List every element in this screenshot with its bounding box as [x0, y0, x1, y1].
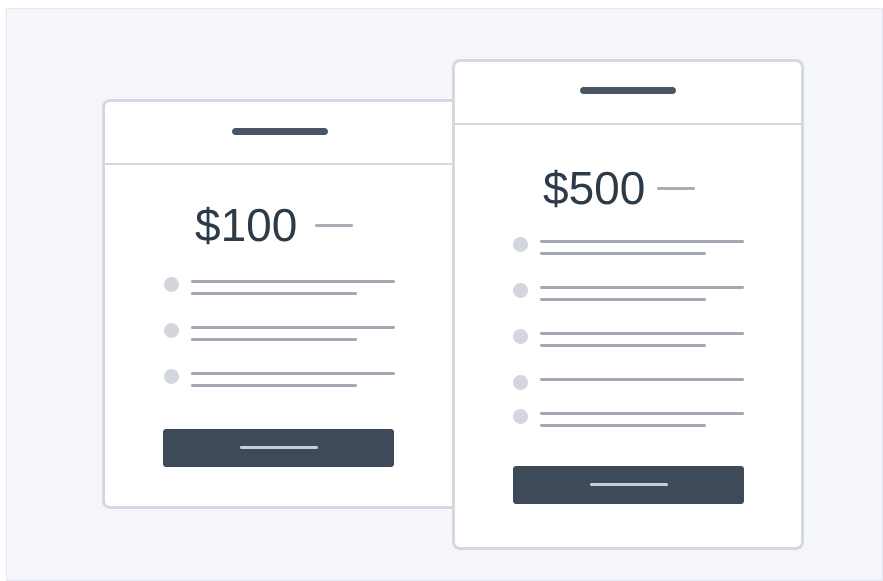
select-plan-button[interactable]	[163, 429, 394, 467]
bullet-icon	[513, 237, 528, 252]
feature-text-placeholder	[540, 252, 706, 255]
feature-text-placeholder	[540, 344, 706, 347]
price-row: $100	[195, 199, 354, 251]
card-title-placeholder	[232, 128, 328, 135]
bullet-icon	[164, 323, 179, 338]
feature-text-placeholder	[191, 292, 357, 295]
feature-text-placeholder	[191, 372, 395, 375]
bullet-icon	[513, 375, 528, 390]
bullet-icon	[164, 277, 179, 292]
feature-text-placeholder	[540, 240, 744, 243]
pricing-card-basic: $100	[102, 99, 458, 509]
feature-text-placeholder	[191, 338, 357, 341]
bullet-icon	[513, 409, 528, 424]
feature-text-placeholder	[191, 384, 357, 387]
bullet-icon	[513, 283, 528, 298]
pricing-card-premium: $500	[452, 59, 804, 550]
button-label-placeholder	[239, 446, 318, 449]
card-title-placeholder	[580, 87, 676, 94]
feature-text-placeholder	[191, 326, 395, 329]
feature-text-placeholder	[540, 378, 744, 381]
card-header	[455, 62, 801, 125]
select-plan-button[interactable]	[513, 466, 744, 504]
card-header	[105, 102, 455, 165]
price-label: $100	[195, 199, 298, 251]
feature-text-placeholder	[191, 280, 395, 283]
bullet-icon	[164, 369, 179, 384]
feature-text-placeholder	[540, 412, 744, 415]
feature-text-placeholder	[540, 424, 706, 427]
feature-text-placeholder	[540, 286, 744, 289]
price-label: $500	[543, 162, 646, 214]
bullet-icon	[513, 329, 528, 344]
illustration-canvas: $100 $500	[6, 8, 883, 581]
price-period-placeholder	[315, 223, 354, 227]
feature-text-placeholder	[540, 332, 744, 335]
button-label-placeholder	[589, 483, 668, 486]
price-row: $500	[543, 162, 696, 214]
price-period-placeholder	[657, 186, 696, 190]
feature-text-placeholder	[540, 298, 706, 301]
